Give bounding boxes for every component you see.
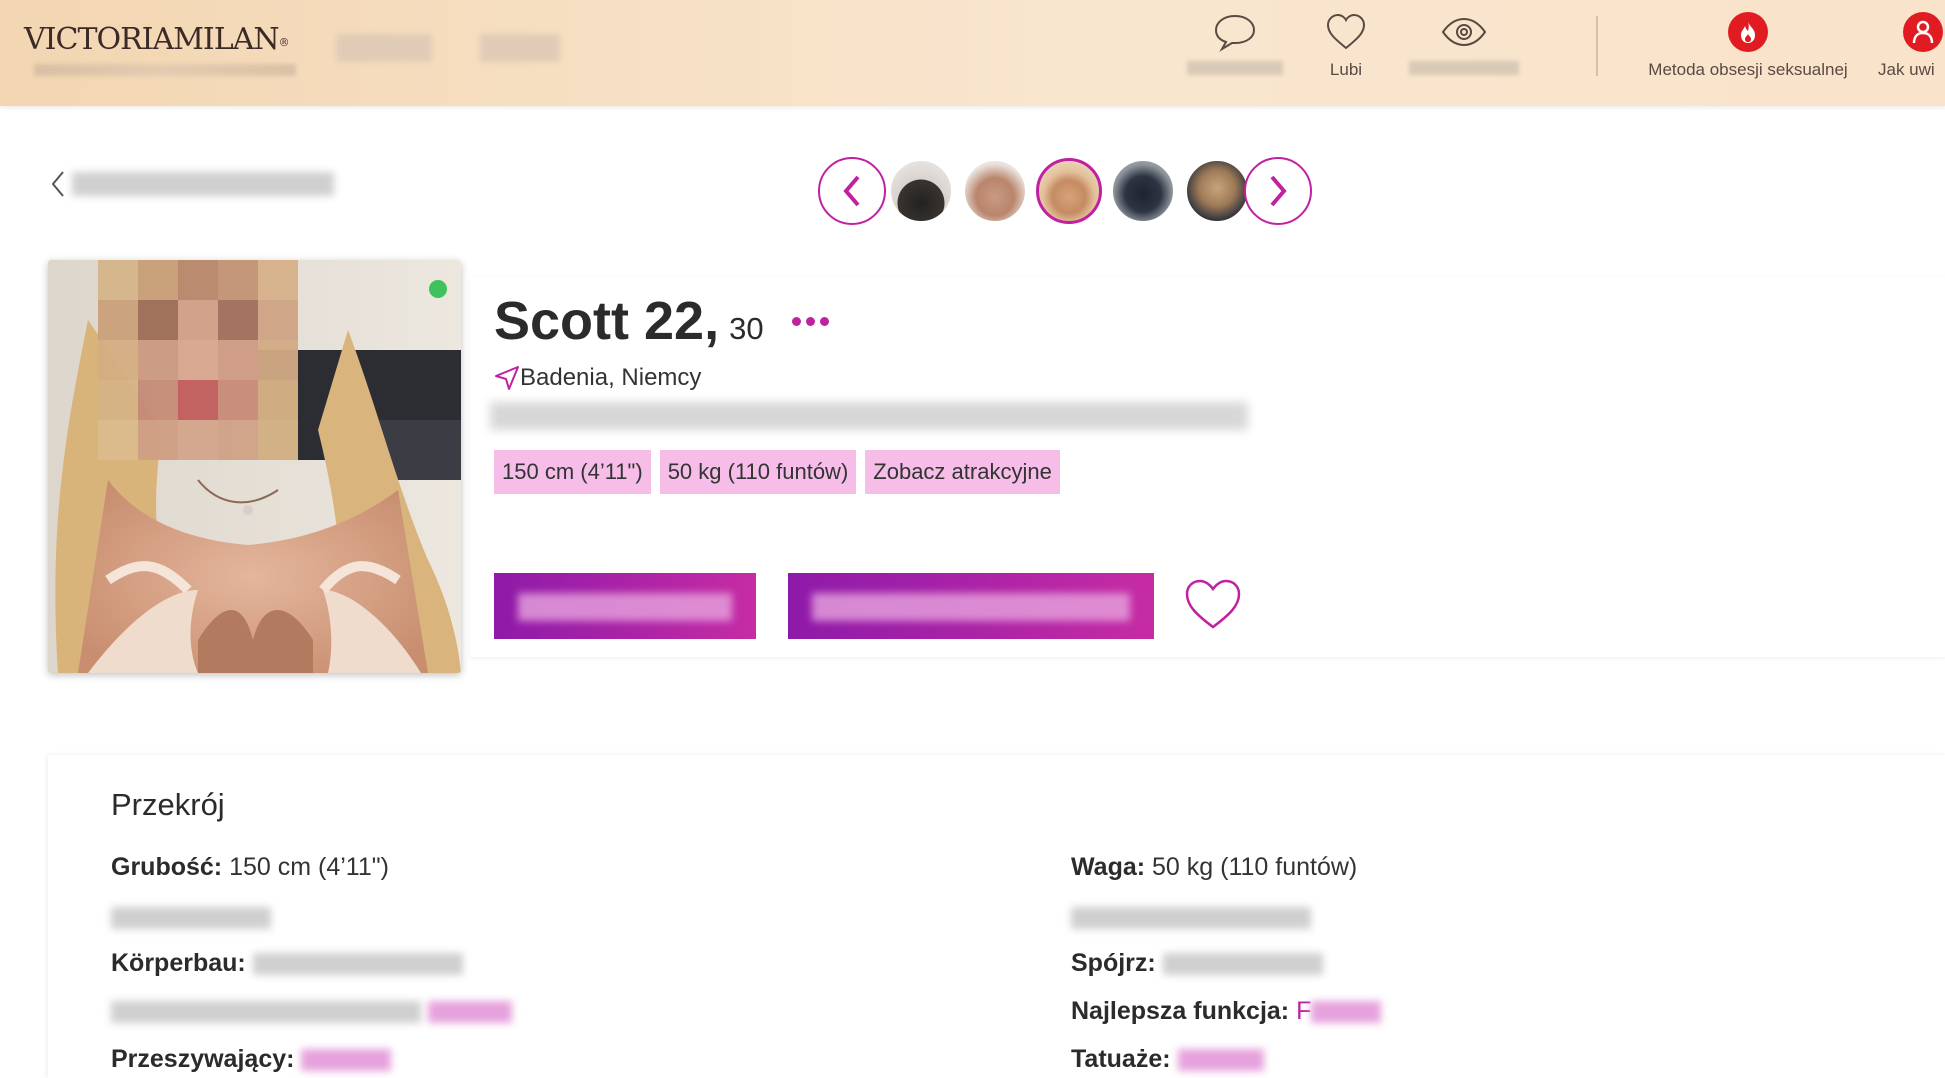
heart-icon	[1304, 10, 1388, 54]
detail-weight: Waga: 50 kg (110 funtów)	[1071, 853, 1358, 881]
profile-header: Scott 22, 30	[494, 290, 831, 352]
profile-tags: 150 cm (4’11") 50 kg (110 funtów) Zobacz…	[494, 450, 1060, 494]
tag-see-attractive[interactable]: Zobacz atrakcyjne	[865, 450, 1060, 494]
send-gift-button[interactable]	[788, 573, 1154, 639]
chevron-left-icon	[843, 175, 860, 207]
send-gift-label-blurred	[812, 593, 1130, 621]
tag-weight[interactable]: 50 kg (110 funtów)	[659, 450, 857, 494]
eye-icon	[1408, 10, 1520, 54]
detail-best-feature: Najlepsza funkcja: F	[1071, 997, 1382, 1026]
favorite-button[interactable]	[1184, 578, 1242, 636]
victoria-milan-logo[interactable]: VICTORIAMILAN®	[24, 14, 296, 76]
views-label-blurred	[1409, 61, 1519, 75]
navigation-arrow-icon	[495, 366, 519, 390]
send-message-label-blurred	[518, 593, 732, 621]
top-header: VICTORIAMILAN® Lubi Metoda obsesji seksu…	[0, 0, 1945, 106]
logo-tagline-blurred	[34, 64, 296, 76]
detail-blurred-3	[1071, 903, 1311, 932]
photo-thumbnail-active[interactable]	[1036, 158, 1102, 224]
nav-sexual-method[interactable]: Metoda obsesji seksualnej	[1640, 10, 1856, 82]
detail-build: Körperbau:	[111, 949, 463, 978]
nav-messages[interactable]	[1182, 10, 1288, 82]
nav-likes-label: Lubi	[1329, 60, 1363, 79]
detail-thickness: Grubość: 150 cm (4’11")	[111, 853, 389, 881]
photo-thumbnail[interactable]	[962, 158, 1028, 224]
messages-label-blurred	[1187, 61, 1283, 75]
profile-headline-blurred	[490, 402, 1248, 430]
chat-bubble-icon	[1182, 10, 1288, 54]
flame-icon	[1728, 12, 1768, 52]
photo-carousel	[818, 157, 1312, 225]
carousel-next-button[interactable]	[1244, 157, 1312, 225]
carousel-thumbnails	[880, 158, 1250, 224]
nav-link-blurred-2[interactable]	[480, 34, 560, 62]
chevron-right-icon	[1270, 175, 1287, 207]
nav-likes[interactable]: Lubi	[1304, 10, 1388, 82]
nav-views[interactable]	[1408, 10, 1520, 82]
profile-age: 30	[729, 311, 764, 346]
profile-photo[interactable]	[48, 260, 461, 673]
nav-jak-uwi[interactable]: Jak uwi	[1878, 10, 1945, 82]
heart-outline-icon	[1185, 579, 1241, 629]
photo-thumbnail[interactable]	[1110, 158, 1176, 224]
profile-photo-image	[48, 260, 461, 673]
tag-height[interactable]: 150 cm (4’11")	[494, 450, 651, 494]
back-link-text-blurred	[72, 172, 334, 196]
profile-location: Badenia, Niemcy	[494, 364, 701, 392]
detail-tattoos: Tatuaże:	[1071, 1045, 1264, 1074]
profile-name: Scott 22,	[494, 291, 720, 351]
send-message-button[interactable]	[494, 573, 756, 639]
nav-link-blurred-1[interactable]	[336, 34, 432, 62]
nav-divider	[1596, 16, 1598, 76]
chevron-left-icon	[51, 171, 64, 197]
photo-thumbnail[interactable]	[888, 158, 954, 224]
detail-piercing: Przeszywający:	[111, 1045, 392, 1074]
detail-blurred-1	[111, 903, 271, 932]
person-icon	[1903, 12, 1943, 52]
nav-sexual-method-label: Metoda obsesji seksualnej	[1648, 60, 1848, 79]
logo-wordmark: VICTORIAMILAN®	[24, 22, 290, 57]
back-link[interactable]	[50, 170, 334, 198]
details-card: Przekrój Grubość: 150 cm (4’11") Körperb…	[48, 755, 1945, 1078]
online-status-indicator	[429, 280, 447, 298]
detail-look: Spójrz:	[1071, 949, 1323, 978]
more-dots-icon[interactable]	[790, 311, 831, 332]
detail-blurred-2	[111, 997, 512, 1026]
details-title: Przekrój	[111, 787, 225, 822]
nav-jak-uwi-label: Jak uwi	[1878, 60, 1935, 79]
photo-thumbnail[interactable]	[1184, 158, 1250, 224]
carousel-prev-button[interactable]	[818, 157, 886, 225]
location-text: Badenia, Niemcy	[520, 364, 702, 391]
